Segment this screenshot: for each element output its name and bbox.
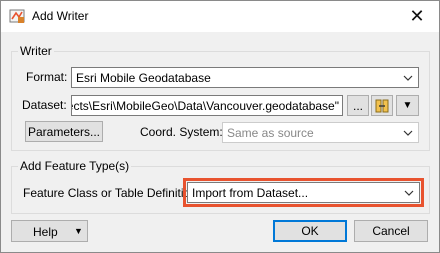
dataset-input[interactable]: Projects\Esri\MobileGeo\Data\Vancouver.g… (71, 95, 343, 116)
ok-button[interactable]: OK (273, 220, 347, 242)
chevron-down-icon (403, 130, 413, 136)
definition-label: Feature Class or Table Definition: (23, 186, 201, 200)
chevron-down-icon: ▼ (402, 100, 413, 111)
close-button[interactable]: ✕ (395, 1, 439, 32)
feature-type-group-title: Add Feature Type(s) (18, 159, 132, 173)
chevron-down-icon (403, 75, 413, 81)
add-writer-dialog: Add Writer ✕ Writer Format: Esri Mobile … (0, 0, 440, 253)
help-button[interactable]: Help ▼ (11, 220, 88, 242)
title-bar: Add Writer ✕ (1, 1, 439, 32)
fme-writer-icon (9, 8, 25, 24)
format-value: Esri Mobile Geodatabase (76, 71, 211, 85)
coord-system-value: Same as source (227, 126, 314, 140)
dataset-options-button[interactable] (371, 95, 393, 116)
highlight-box (183, 178, 424, 207)
coord-system-select[interactable]: Same as source (222, 122, 419, 143)
format-label: Format: (26, 70, 68, 84)
reader-writer-icon (375, 99, 389, 112)
coord-system-label: Coord. System: (140, 125, 223, 139)
dataset-value: Projects\Esri\MobileGeo\Data\Vancouver.g… (71, 99, 339, 113)
format-select[interactable]: Esri Mobile Geodatabase (71, 67, 419, 88)
dataset-dropdown-button[interactable]: ▼ (396, 95, 419, 116)
dataset-label: Dataset: (22, 98, 67, 112)
browse-button[interactable]: ... (347, 95, 369, 116)
close-icon: ✕ (409, 6, 425, 27)
chevron-down-icon: ▼ (74, 226, 83, 236)
parameters-button[interactable]: Parameters... (25, 121, 103, 142)
cancel-button[interactable]: Cancel (354, 220, 428, 242)
writer-group-title: Writer (18, 44, 54, 58)
window-title: Add Writer (32, 9, 89, 23)
